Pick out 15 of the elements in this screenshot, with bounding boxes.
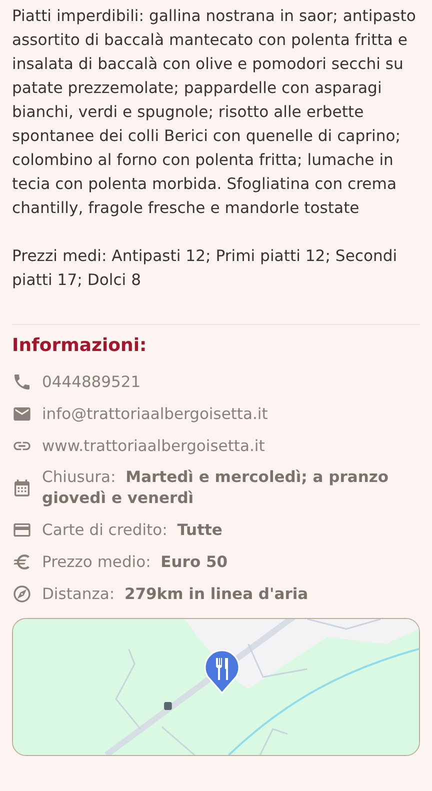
info-text: Carte di credito: Tutte [42, 520, 222, 540]
email-link[interactable]: info@trattoriaalbergoisetta.it [42, 404, 268, 424]
phone-link[interactable]: 0444889521 [42, 372, 141, 392]
calendar-icon [12, 478, 32, 498]
compass-icon [12, 584, 32, 604]
info-text: Distanza: 279km in linea d'aria [42, 584, 308, 604]
website-link[interactable]: www.trattoriaalbergoisetta.it [42, 436, 265, 456]
section-heading: Informazioni: [12, 335, 148, 356]
info-text: Chiusura: Martedì e mercoledì; a pranzo giovedì e venerdì [42, 467, 390, 509]
description-paragraph: Piatti imperdibili: gallina nostrana in saor; antipasto assortito di baccalà mantecato con polenta fritta e insalata di baccalà con olive e pomodori secchi su patate prezzemolate; pappardelle con asparagi bianchi, verdi e spugnole; risotto alle erbette spontanee dei colli Berici con quenelle di caprino; colombino al forno con polenta fritta; lumache in tecia con polenta morbida. Sfogliatina con crema chantilly, fragole fresche e mandorle tostate [12, 6, 417, 219]
info-text: Prezzo medio: Euro 50 [42, 552, 228, 572]
restaurant-pin-icon[interactable] [204, 650, 240, 694]
description-paragraph: Prezzi medi: Antipasti 12; Primi piatti 12; Secondi piatti 17; Dolci 8 [12, 246, 398, 291]
euro-icon [12, 552, 32, 572]
phone-icon [12, 372, 32, 392]
